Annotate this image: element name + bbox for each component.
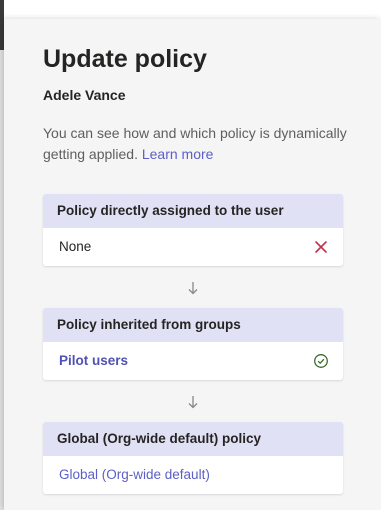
check-circle-icon bbox=[314, 354, 328, 368]
learn-more-link[interactable]: Learn more bbox=[142, 146, 214, 162]
update-policy-panel: Update policy Adele Vance You can see ho… bbox=[4, 19, 381, 510]
inherited-policy-value-row: Pilot users bbox=[43, 342, 343, 380]
inherited-policy-card: Policy inherited from groups Pilot users bbox=[43, 308, 343, 380]
inherited-policy-value[interactable]: Pilot users bbox=[59, 353, 128, 368]
global-policy-card: Global (Org-wide default) policy Global … bbox=[43, 422, 343, 494]
direct-policy-value: None bbox=[59, 239, 92, 254]
direct-policy-header: Policy directly assigned to the user bbox=[43, 194, 343, 228]
close-icon bbox=[315, 241, 327, 253]
direct-policy-card: Policy directly assigned to the user Non… bbox=[43, 194, 343, 266]
arrow-down-icon bbox=[188, 282, 198, 295]
global-policy-value[interactable]: Global (Org-wide default) bbox=[59, 467, 210, 482]
user-name: Adele Vance bbox=[43, 87, 126, 103]
global-policy-header: Global (Org-wide default) policy bbox=[43, 422, 343, 456]
global-policy-value-row: Global (Org-wide default) bbox=[43, 456, 343, 494]
arrow-down-icon bbox=[188, 396, 198, 409]
inherited-policy-header: Policy inherited from groups bbox=[43, 308, 343, 342]
direct-policy-value-row: None bbox=[43, 228, 343, 266]
page-title: Update policy bbox=[43, 45, 207, 73]
description-text: You can see how and which policy is dyna… bbox=[43, 123, 348, 165]
